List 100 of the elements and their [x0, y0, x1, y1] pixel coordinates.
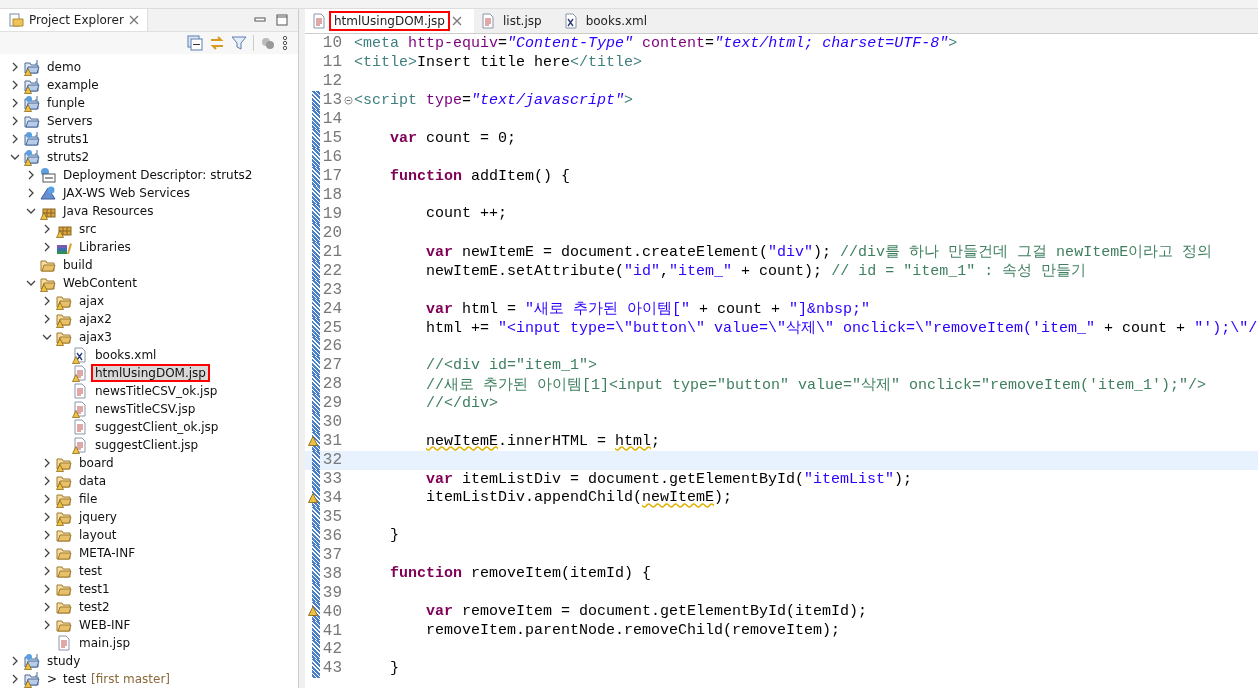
- line-number: 21: [321, 242, 342, 261]
- tree-item[interactable]: htmlUsingDOM.jsp: [93, 366, 208, 380]
- tree-item[interactable]: ajax: [77, 294, 107, 308]
- tree-item[interactable]: books.xml: [93, 348, 159, 362]
- fold-icon[interactable]: [343, 95, 353, 105]
- tree-item[interactable]: example: [45, 78, 101, 92]
- line-number: 19: [321, 204, 342, 223]
- line-number: 14: [321, 110, 342, 129]
- tree-item[interactable]: funple: [45, 96, 87, 110]
- code-line: <title>Insert title here</title>: [354, 53, 643, 71]
- tree-item[interactable]: newsTitleCSV_ok.jsp: [93, 384, 220, 398]
- line-number: 11: [321, 53, 342, 72]
- code-line: itemListDiv.appendChild(newItemE);: [426, 489, 733, 507]
- filter-icon[interactable]: [231, 35, 247, 51]
- code-line: removeItem.parentNode.removeChild(removeItem);: [426, 622, 841, 640]
- code-line: html += "<input type=\"button\" value=\"삭제\" onclick=\"removeItem('item_" + count + "');\"/: [426, 319, 1258, 338]
- line-number: 30: [321, 413, 342, 432]
- folder-icon: [56, 527, 72, 543]
- tree-item[interactable]: layout: [77, 528, 119, 542]
- file-icon: [72, 383, 88, 399]
- line-number: 10: [321, 34, 342, 53]
- line-number: 12: [321, 72, 342, 91]
- tree-item[interactable]: newsTitleCSV.jsp: [93, 402, 198, 416]
- tree-item[interactable]: Deployment Descriptor: struts2: [61, 168, 255, 182]
- line-number: 38: [321, 564, 342, 583]
- tree-item[interactable]: Servers: [45, 114, 95, 128]
- tree-item[interactable]: ajax2: [77, 312, 114, 326]
- tree-item[interactable]: WebContent: [61, 276, 139, 290]
- line-number: 39: [321, 583, 342, 602]
- tree-item[interactable]: file: [77, 492, 100, 506]
- code-line: //</div>: [426, 394, 498, 412]
- project-icon: [24, 113, 40, 129]
- webservice-icon: [40, 185, 56, 201]
- folder-icon: [56, 599, 72, 615]
- tree-item[interactable]: struts2: [45, 150, 92, 164]
- editor-tab[interactable]: htmlUsingDOM.jsp: [305, 9, 474, 33]
- code-line: var itemListDiv = document.getElementById("itemList");: [426, 470, 913, 488]
- tree-item[interactable]: src: [77, 222, 99, 236]
- line-number: 28: [321, 375, 342, 394]
- tree-item[interactable]: suggestClient_ok.jsp: [93, 420, 221, 434]
- tree-item[interactable]: study: [45, 654, 83, 668]
- folder-icon: [56, 545, 72, 561]
- tree-item[interactable]: suggestClient.jsp: [93, 438, 201, 452]
- close-icon[interactable]: [452, 16, 462, 26]
- tree-item[interactable]: ajax3: [77, 330, 114, 344]
- code-line: count ++;: [426, 205, 507, 223]
- line-number: 15: [321, 129, 342, 148]
- folder-icon: [56, 563, 72, 579]
- code-line: var count = 0;: [390, 129, 517, 147]
- tree-item[interactable]: board: [77, 456, 116, 470]
- group-icon[interactable]: [260, 35, 276, 51]
- code-line: }: [390, 659, 399, 677]
- editor-tab[interactable]: books.xml: [556, 9, 663, 33]
- tree-item[interactable]: > test [first master]: [45, 672, 173, 686]
- code-line: //<div id="item_1">: [426, 356, 598, 374]
- folder-icon: [40, 257, 56, 273]
- line-number: 31: [321, 432, 342, 451]
- tree-item[interactable]: WEB-INF: [77, 618, 133, 632]
- tree-item[interactable]: test1: [77, 582, 112, 596]
- folder-icon: [56, 581, 72, 597]
- line-number: 22: [321, 261, 342, 280]
- code-line: }: [390, 527, 399, 545]
- line-number: 40: [321, 602, 342, 621]
- tree-item[interactable]: JAX-WS Web Services: [61, 186, 192, 200]
- line-number: 37: [321, 545, 342, 564]
- collapse-all-icon[interactable]: [187, 35, 203, 51]
- code-line: function addItem() {: [390, 167, 571, 185]
- xml-file-icon: [562, 13, 579, 29]
- line-number: 43: [321, 659, 342, 678]
- tree-item[interactable]: data: [77, 474, 109, 488]
- line-number: 25: [321, 318, 342, 337]
- tree-item[interactable]: META-INF: [77, 546, 138, 560]
- editor-tab[interactable]: list.jsp: [474, 9, 557, 33]
- tree-item[interactable]: build: [61, 258, 95, 272]
- project-icon: [24, 131, 40, 147]
- line-number: 24: [321, 299, 342, 318]
- tree-item[interactable]: Java Resources: [61, 204, 156, 218]
- code-line: //새로 추가된 아이템[1]<input type="button" value="삭제" onclick="removeItem('item_1');"/>: [426, 375, 1207, 394]
- tree-item[interactable]: struts1: [45, 132, 92, 146]
- code-line: <meta http-equiv="Content-Type" content="text/html; charset=UTF-8">: [354, 34, 958, 52]
- tree-item[interactable]: Libraries: [77, 240, 133, 254]
- line-number: 41: [321, 621, 342, 640]
- line-number: 23: [321, 280, 342, 299]
- panel-title: Project Explorer: [29, 13, 124, 27]
- tree-item[interactable]: test: [77, 564, 105, 578]
- tree-item[interactable]: jquery: [77, 510, 119, 524]
- code-line: var newItemE = document.createElement("div"); //div를 하나 만들건데 그걸 newItemE이라고 정의: [426, 243, 1213, 262]
- more-icon[interactable]: [282, 35, 288, 51]
- tree-item[interactable]: demo: [45, 60, 84, 74]
- line-number: 29: [321, 394, 342, 413]
- maximize-icon[interactable]: [276, 14, 288, 26]
- code-line: newItemE.setAttribute("id","item_" + count); // id = "item_1" : 속성 만들기: [426, 262, 1087, 281]
- explorer-icon: [8, 12, 24, 28]
- tree-item[interactable]: main.jsp: [77, 636, 132, 650]
- line-number: 36: [321, 526, 342, 545]
- line-number: 33: [321, 470, 342, 489]
- line-number: 20: [321, 223, 342, 242]
- tree-item[interactable]: test2: [77, 600, 112, 614]
- close-icon[interactable]: [128, 15, 139, 25]
- code-line: newItemE.innerHTML = html;: [426, 432, 661, 450]
